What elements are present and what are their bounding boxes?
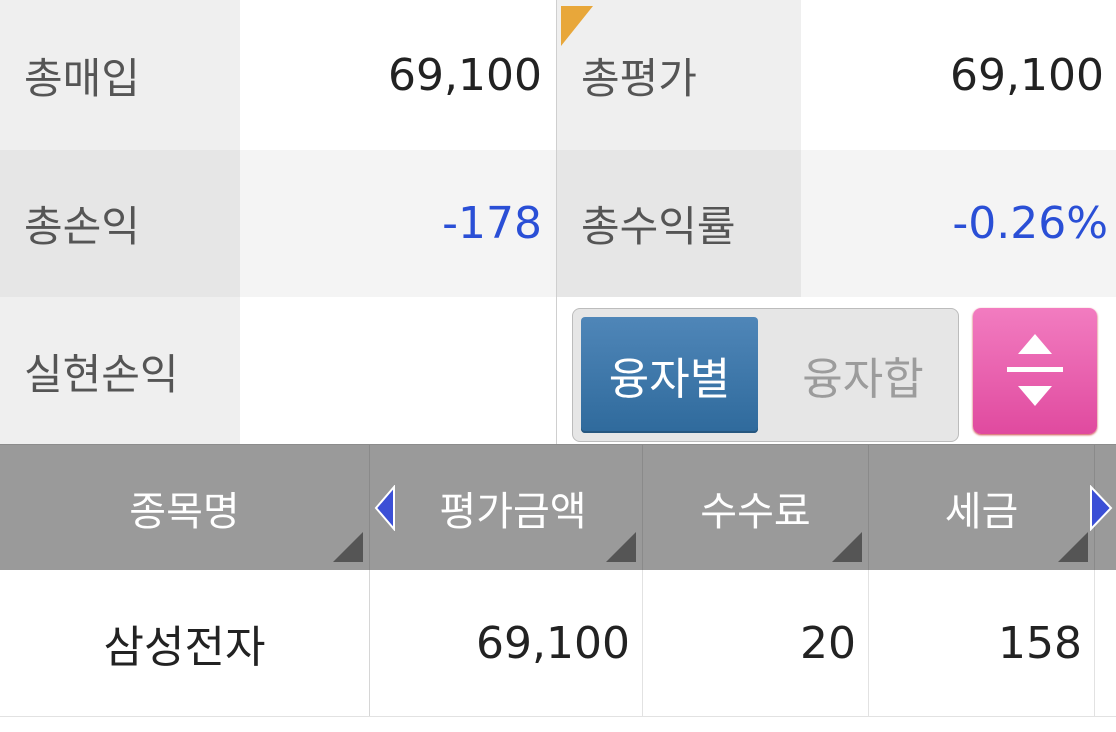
loan-view-toggle: 융자별 융자합 <box>572 308 959 442</box>
corner-marker-icon <box>561 6 593 46</box>
scroll-left-icon[interactable] <box>374 485 396 531</box>
sort-corner-icon <box>606 532 636 562</box>
sort-corner-icon <box>832 532 862 562</box>
cell-fee: 20 <box>643 570 869 716</box>
row-divider <box>0 716 1116 717</box>
header-scroll-right[interactable] <box>1090 445 1116 570</box>
header-fee[interactable]: 수수료 <box>643 445 869 570</box>
header-tax-label: 세금 <box>944 488 1019 535</box>
by-loan-button[interactable]: 융자별 <box>581 317 758 433</box>
cell-spacer <box>1095 570 1116 716</box>
column-divider <box>556 0 557 445</box>
cell-eval-amount: 69,100 <box>370 570 643 716</box>
total-purchase-label: 총매입 <box>0 0 240 150</box>
total-return-value: -0.26% <box>801 150 1116 297</box>
total-pl-value: -178 <box>240 150 556 297</box>
sort-corner-icon <box>333 532 363 562</box>
realized-pl-label: 실현손익 <box>0 297 240 445</box>
expand-collapse-button[interactable] <box>973 308 1097 434</box>
scroll-right-icon[interactable] <box>1089 485 1113 531</box>
total-purchase-value: 69,100 <box>240 0 556 150</box>
total-pl-label: 총손익 <box>0 150 240 297</box>
header-eval-amount[interactable]: 평가금액 <box>370 445 643 570</box>
header-fee-label: 수수료 <box>700 488 811 535</box>
header-stock-name-label: 종목명 <box>129 488 240 535</box>
total-return-label: 총수익률 <box>557 150 801 297</box>
cell-stock-name: 삼성전자 <box>0 570 370 716</box>
cell-tax: 158 <box>869 570 1095 716</box>
total-eval-value: 69,100 <box>801 0 1116 150</box>
realized-pl-value <box>240 297 556 445</box>
header-tax[interactable]: 세금 <box>869 445 1095 570</box>
header-eval-amount-label: 평가금액 <box>439 488 587 535</box>
sort-corner-icon <box>1058 532 1088 562</box>
header-stock-name[interactable]: 종목명 <box>0 445 370 570</box>
sort-arrows-icon <box>1007 334 1063 406</box>
total-eval-label: 총평가 <box>557 0 801 150</box>
loan-sum-button[interactable]: 융자합 <box>773 317 953 433</box>
